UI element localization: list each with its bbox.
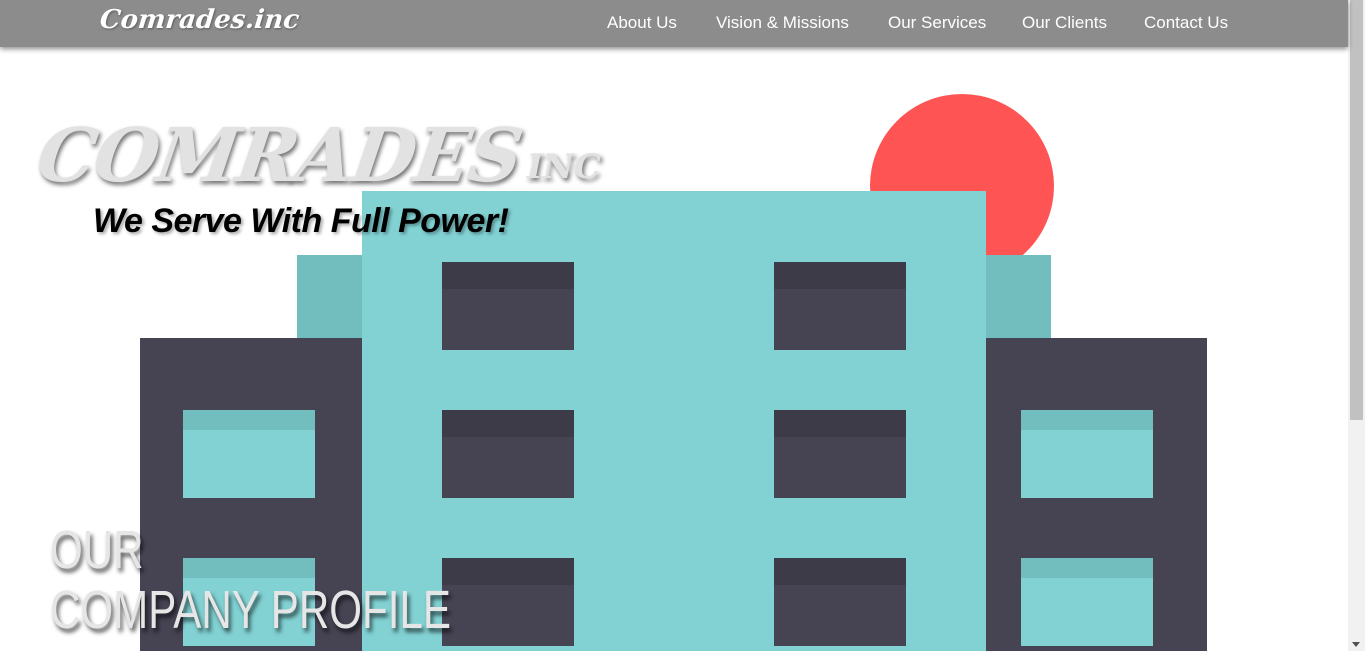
hero-logo-text: COMRADES — [31, 113, 527, 199]
nav-about-us[interactable]: About Us — [607, 13, 677, 33]
nav-contact-us[interactable]: Contact Us — [1144, 13, 1228, 33]
hero-heading-line1: OUR — [50, 520, 144, 580]
scrollbar-thumb[interactable] — [1350, 0, 1363, 420]
top-navbar: Comrades.inc About Us Vision & Missions … — [0, 0, 1348, 47]
building-window — [774, 410, 906, 498]
hero-heading-line2: COMPANY PROFILE — [50, 580, 452, 640]
building-window — [774, 262, 906, 350]
main-building — [362, 191, 986, 651]
building-window — [442, 262, 574, 350]
nav-links: About Us Vision & Missions Our Services … — [0, 13, 1348, 35]
nav-our-services[interactable]: Our Services — [888, 13, 986, 33]
building-window — [1021, 410, 1153, 498]
building-window — [442, 410, 574, 498]
building-window — [183, 410, 315, 498]
back-building-left — [297, 255, 367, 345]
side-building-right — [985, 338, 1207, 651]
page-scrollbar[interactable] — [1348, 0, 1365, 651]
back-building-right — [980, 255, 1051, 345]
hero-logo-suffix: INC — [527, 147, 602, 187]
nav-vision-missions[interactable]: Vision & Missions — [716, 13, 849, 33]
nav-our-clients[interactable]: Our Clients — [1022, 13, 1107, 33]
building-window — [1021, 558, 1153, 646]
building-window — [442, 558, 574, 646]
hero-tagline: We Serve With Full Power! — [93, 202, 509, 240]
building-window — [774, 558, 906, 646]
hero-section: COMRADES INC We Serve With Full Power! O… — [0, 47, 1348, 651]
scroll-down-arrow-icon[interactable] — [1352, 642, 1360, 647]
